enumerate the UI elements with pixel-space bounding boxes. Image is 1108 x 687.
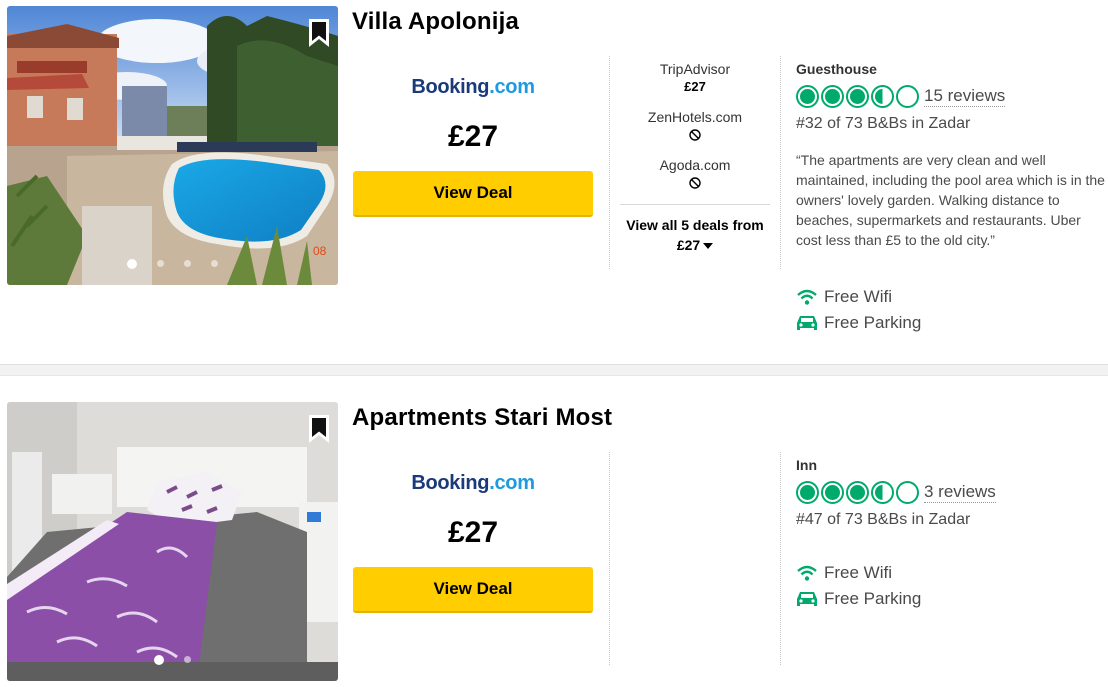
main-price: £27: [447, 516, 499, 549]
view-all-price: £27: [676, 237, 701, 253]
deal-item-tripadvisor[interactable]: TripAdvisor £27: [620, 60, 770, 96]
save-bookmark-button[interactable]: [308, 18, 330, 48]
listing-card: Apartments Stari Most Booking.com £27 Vi…: [0, 376, 1108, 687]
column-divider: [780, 452, 781, 665]
booking-provider-logo: Booking.com: [353, 472, 593, 495]
view-all-label: View all 5 deals from: [626, 217, 764, 233]
rating-row: 3 reviews: [796, 480, 1108, 504]
reviews-link[interactable]: 3 reviews: [924, 482, 996, 503]
photo-watermark: 08: [313, 244, 327, 258]
rating-bubble-full-icon: [796, 480, 819, 504]
property-title[interactable]: Apartments Stari Most: [352, 404, 612, 432]
rating-bubble-half-icon: [871, 84, 894, 108]
amenities-list: Free Wifi Free Parking: [796, 560, 921, 612]
rating-bubble-half-icon: [871, 480, 894, 504]
caret-down-icon: [703, 243, 714, 250]
bedroom-photo-image: [7, 402, 338, 681]
provider-logo-part2: .com: [489, 76, 535, 98]
review-quote[interactable]: “The apartments are very clean and well …: [796, 150, 1106, 250]
rating-bubble-full-icon: [846, 480, 869, 504]
bookmark-icon: [309, 415, 329, 443]
amenity-free-parking: Free Parking: [796, 310, 921, 336]
property-title[interactable]: Villa Apolonija: [352, 8, 519, 36]
amenity-free-parking: Free Parking: [796, 586, 921, 612]
carousel-dot[interactable]: [127, 259, 137, 269]
amenity-free-wifi: Free Wifi: [796, 284, 921, 310]
unavailable-icon: [620, 126, 770, 144]
ranking-text: #32 of 73 B&Bs in Zadar: [796, 115, 971, 132]
carousel-dot[interactable]: [184, 260, 191, 267]
listing-separator: [0, 364, 1108, 376]
save-bookmark-button[interactable]: [308, 414, 330, 444]
property-type: Guesthouse: [796, 61, 877, 77]
amenity-free-wifi: Free Wifi: [796, 560, 921, 586]
pool-photo-image: 08: [7, 6, 338, 285]
view-all-deals-link[interactable]: View all 5 deals from £27: [620, 204, 770, 255]
view-deal-button[interactable]: View Deal: [353, 171, 593, 217]
listing-card: 08 Villa Apolonija Booking.com £27 View …: [0, 0, 1108, 364]
car-icon: [796, 313, 818, 333]
amenity-label: Free Wifi: [824, 563, 892, 582]
provider-logo-part2: .com: [489, 472, 535, 494]
booking-provider-logo: Booking.com: [353, 76, 593, 99]
rating-bubble-full-icon: [846, 84, 869, 108]
rating-bubbles: [796, 480, 921, 504]
unavailable-icon: [620, 174, 770, 192]
rating-bubble-full-icon: [796, 84, 819, 108]
column-divider: [609, 56, 610, 269]
column-divider: [609, 452, 610, 665]
reviews-link[interactable]: 15 reviews: [924, 86, 1006, 107]
carousel-dot[interactable]: [157, 260, 164, 267]
ranking-text: #47 of 73 B&Bs in Zadar: [796, 511, 971, 528]
photo-carousel-dots: [7, 259, 338, 269]
property-photo[interactable]: [7, 402, 338, 681]
deal-item-zenhotels[interactable]: ZenHotels.com: [620, 108, 770, 144]
main-price: £27: [447, 120, 499, 153]
other-deals-list: TripAdvisor £27 ZenHotels.com Agoda.com …: [620, 60, 770, 255]
car-icon: [796, 589, 818, 609]
rating-bubble-full-icon: [821, 84, 844, 108]
rating-row: 15 reviews: [796, 84, 1108, 108]
amenity-label: Free Parking: [824, 589, 922, 608]
deal-price: £27: [684, 79, 706, 94]
amenity-label: Free Wifi: [824, 287, 892, 306]
deal-provider-name: Agoda.com: [659, 157, 731, 173]
deal-provider-name: TripAdvisor: [659, 61, 731, 77]
rating-bubble-empty-icon: [896, 480, 919, 504]
property-type: Inn: [796, 457, 817, 473]
property-info: Guesthouse 15 reviews #32 of 73 B&Bs in …: [796, 60, 1108, 250]
column-divider: [780, 56, 781, 269]
property-photo[interactable]: 08: [7, 6, 338, 285]
rating-bubbles: [796, 84, 921, 108]
provider-logo-part1: Booking: [411, 76, 490, 98]
deal-provider-name: ZenHotels.com: [647, 109, 743, 125]
view-deal-button[interactable]: View Deal: [353, 567, 593, 613]
amenity-label: Free Parking: [824, 313, 922, 332]
carousel-dot[interactable]: [184, 656, 191, 663]
wifi-icon: [796, 563, 818, 583]
bookmark-icon: [309, 19, 329, 47]
rating-bubble-empty-icon: [896, 84, 919, 108]
provider-logo-part1: Booking: [411, 472, 490, 494]
rating-bubble-full-icon: [821, 480, 844, 504]
amenities-list: Free Wifi Free Parking: [796, 284, 921, 336]
carousel-dot[interactable]: [154, 655, 164, 665]
wifi-icon: [796, 287, 818, 307]
deal-item-agoda[interactable]: Agoda.com: [620, 156, 770, 192]
property-info: Inn 3 reviews #47 of 73 B&Bs in Zadar: [796, 456, 1108, 530]
carousel-dot[interactable]: [211, 260, 218, 267]
photo-carousel-dots: [7, 655, 338, 665]
